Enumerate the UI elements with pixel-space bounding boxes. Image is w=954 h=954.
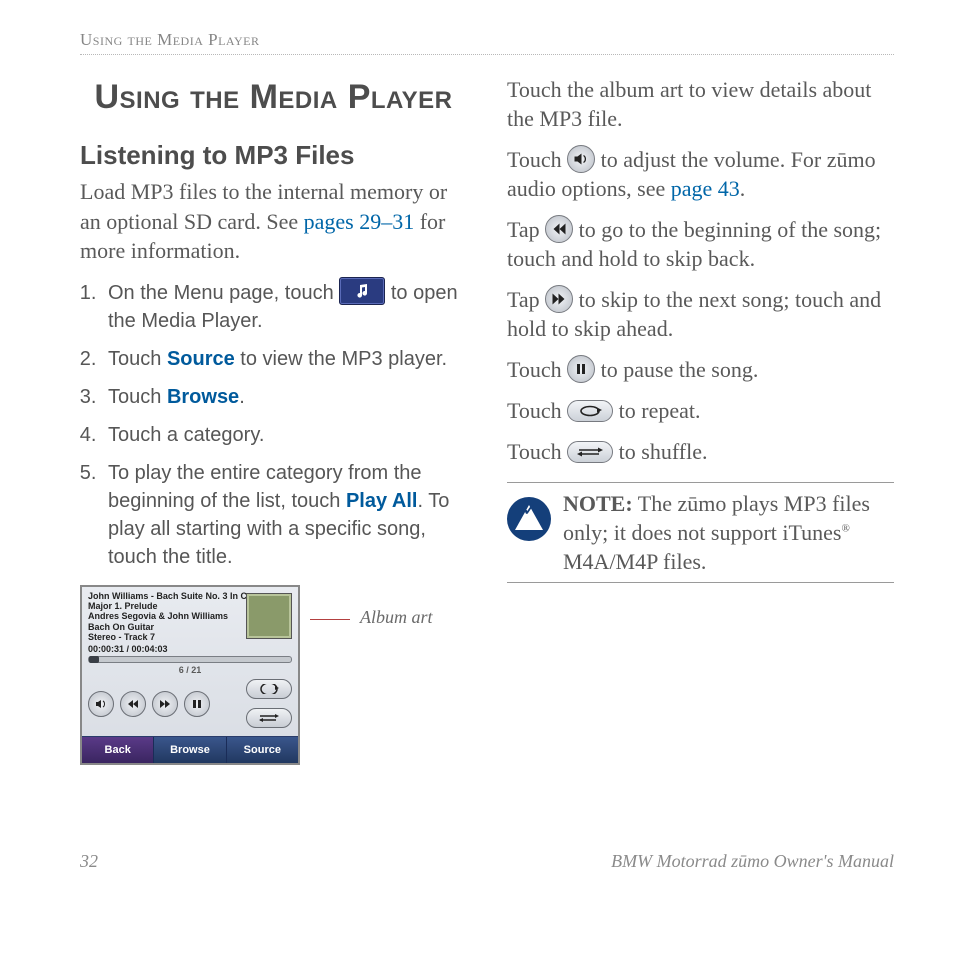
ss-prev-icon	[120, 691, 146, 717]
p-volume: Touch to adjust the volume. For zūmo aud…	[507, 145, 894, 203]
repeat-icon	[567, 400, 613, 422]
p-pause-b: to pause the song.	[601, 357, 759, 382]
step-2-a: Touch	[108, 348, 167, 370]
p-prev: Tap to go to the beginning of the song; …	[507, 215, 894, 273]
p-repeat-b: to repeat.	[619, 398, 701, 423]
shuffle-icon	[567, 441, 613, 463]
intro-paragraph: Load MP3 files to the internal memory or…	[80, 177, 467, 264]
pause-icon	[567, 355, 595, 383]
ss-next-icon	[152, 691, 178, 717]
ss-browse-button: Browse	[154, 737, 226, 763]
ss-track-count: 6 / 21	[82, 665, 298, 675]
left-column: Using the Media Player Listening to MP3 …	[80, 69, 467, 765]
skip-forward-icon	[545, 285, 573, 313]
link-page-43[interactable]: page 43	[671, 176, 740, 201]
step-5: To play the entire category from the beg…	[102, 459, 467, 571]
ss-volume-icon	[88, 691, 114, 717]
step-2-b: to view the MP3 player.	[235, 348, 447, 370]
ss-back-button: Back	[82, 737, 154, 763]
album-art-thumbnail	[246, 593, 292, 639]
p-volume-a: Touch	[507, 147, 567, 172]
steps-list: On the Menu page, touch to open the Medi…	[80, 277, 467, 571]
media-player-screenshot: John Williams - Bach Suite No. 3 In C Ma…	[80, 585, 300, 765]
p-shuffle-a: Touch	[507, 439, 567, 464]
ss-time: 00:00:31 / 00:04:03	[82, 644, 298, 654]
skip-back-icon	[545, 215, 573, 243]
running-head: Using the Media Player	[80, 30, 894, 55]
chapter-title: Using the Media Player	[80, 77, 467, 118]
section-title: Listening to MP3 Files	[80, 140, 467, 171]
kw-source: Source	[167, 348, 235, 370]
page-number: 32	[80, 851, 98, 872]
step-1: On the Menu page, touch to open the Medi…	[102, 277, 467, 335]
registered-mark: ®	[842, 523, 850, 535]
step-3-b: .	[239, 386, 245, 408]
note-label: NOTE:	[563, 491, 633, 516]
ss-repeat-icon	[246, 679, 292, 699]
note-text-2: M4A/M4P files.	[563, 549, 706, 574]
step-2: Touch Source to view the MP3 player.	[102, 345, 467, 373]
step-1-a: On the Menu page, touch	[108, 282, 339, 304]
p-repeat-a: Touch	[507, 398, 567, 423]
p-next-a: Tap	[507, 287, 545, 312]
note-box: ✓ NOTE: The zūmo plays MP3 files only; i…	[507, 482, 894, 583]
p-pause-a: Touch	[507, 357, 567, 382]
p-album-art: Touch the album art to view details abou…	[507, 75, 894, 133]
p-shuffle-b: to shuffle.	[619, 439, 708, 464]
link-pages-29-31[interactable]: pages 29–31	[304, 209, 415, 234]
p-next: Tap to skip to the next song; touch and …	[507, 285, 894, 343]
volume-icon	[567, 145, 595, 173]
ss-pause-icon	[184, 691, 210, 717]
callout-album-art: Album art	[360, 607, 433, 628]
callout-leader	[310, 619, 350, 620]
p-volume-c: .	[740, 176, 746, 201]
ss-shuffle-icon	[246, 708, 292, 728]
step-3: Touch Browse.	[102, 383, 467, 411]
ss-source-button: Source	[227, 737, 298, 763]
step-3-a: Touch	[108, 386, 167, 408]
step-4: Touch a category.	[102, 421, 467, 449]
kw-browse: Browse	[167, 386, 239, 408]
right-column: Touch the album art to view details abou…	[507, 69, 894, 765]
ss-progress-bar	[88, 656, 292, 663]
p-shuffle: Touch to shuffle.	[507, 437, 894, 466]
manual-title: BMW Motorrad zūmo Owner's Manual	[611, 851, 894, 872]
kw-play-all: Play All	[346, 490, 418, 512]
music-note-icon	[339, 277, 385, 305]
p-pause: Touch to pause the song.	[507, 355, 894, 384]
p-repeat: Touch to repeat.	[507, 396, 894, 425]
p-prev-a: Tap	[507, 217, 545, 242]
